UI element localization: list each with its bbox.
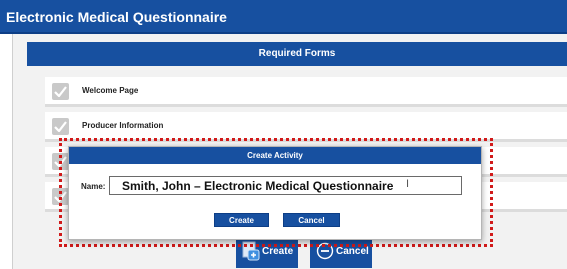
checkmark-icon [52, 153, 69, 170]
dialog-create-button[interactable]: Create [214, 213, 269, 227]
create-button[interactable]: Create [236, 236, 298, 268]
form-row-welcome-page[interactable]: Welcome Page [45, 77, 567, 107]
required-forms-header: Required Forms [27, 42, 567, 66]
dialog-cancel-button[interactable]: Cancel [283, 213, 340, 227]
app-title-bar: Electronic Medical Questionnaire [0, 0, 567, 34]
dialog-title: Create Activity [247, 151, 303, 160]
dialog-title-bar: Create Activity [69, 147, 481, 164]
create-document-icon [242, 241, 260, 269]
dialog-create-label: Create [229, 216, 254, 225]
required-forms-title: Required Forms [258, 48, 336, 59]
checkmark-icon [52, 83, 69, 100]
checkmark-icon [52, 118, 69, 135]
create-button-label: Create [262, 246, 294, 257]
form-row-producer-information[interactable]: Producer Information [45, 112, 567, 142]
form-label: Producer Information [82, 121, 164, 130]
cancel-circle-icon [316, 241, 334, 269]
cancel-button-label: Cancel [336, 246, 369, 257]
text-cursor-icon: I [406, 178, 410, 190]
app-title: Electronic Medical Questionnaire [6, 9, 227, 25]
dialog-cancel-label: Cancel [298, 216, 325, 225]
checkmark-icon [52, 188, 69, 205]
form-label: Welcome Page [82, 86, 139, 95]
cancel-button[interactable]: Cancel [310, 236, 372, 268]
create-activity-dialog: Create Activity Name: I Create Cancel [68, 146, 482, 240]
name-label: Name: [81, 182, 106, 191]
